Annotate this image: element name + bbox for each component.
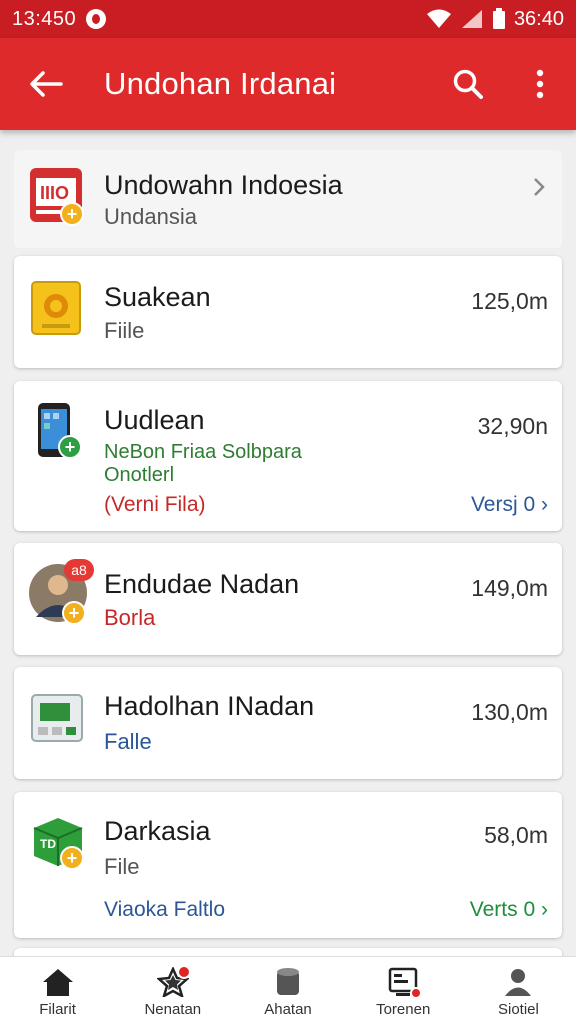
item-size: 125,0m <box>471 288 548 314</box>
list-item[interactable]: Hadolhan INadan Falle 130,0m <box>14 667 562 779</box>
app-red-icon: IIIO + <box>28 166 88 226</box>
list-item[interactable]: + Uudlean NeBon Friaa Solbpara Onotlerl … <box>14 381 562 531</box>
plus-badge-icon: + <box>60 846 84 870</box>
nav-label: Siotiel <box>497 1001 539 1018</box>
chevron-right-icon <box>534 178 545 196</box>
nav-label: Nenatan <box>144 1001 202 1018</box>
item-title: Suakean <box>104 282 211 312</box>
item-title: Uudlean <box>104 405 205 435</box>
item-size: 130,0m <box>471 699 548 725</box>
item-size: 149,0m <box>471 575 548 601</box>
app-bar: Undohan Irdanai <box>0 38 576 130</box>
item-subtitle: Borla <box>104 605 156 630</box>
chevron-right-icon: › <box>541 493 548 516</box>
nav-label: Torenen <box>376 1001 431 1018</box>
version-link[interactable]: Versj 0 › <box>471 493 548 517</box>
notification-dot <box>177 965 192 979</box>
version-label: Versj 0 <box>470 493 536 516</box>
item-status: (Verni Fila) <box>104 493 206 516</box>
avatar-count-badge: a8 <box>64 559 94 581</box>
signal-icon <box>461 10 482 28</box>
search-icon <box>453 69 483 99</box>
item-subtitle: File <box>104 854 140 879</box>
svg-text:TD: TD <box>40 837 56 851</box>
bottom-navigation: Filarit Nenatan Ahatan Torenen Siotiel <box>0 956 576 1024</box>
page-title: Undohan Irdanai <box>104 66 337 101</box>
item-size: 32,90n <box>477 413 548 439</box>
person-icon <box>505 969 532 996</box>
plus-badge-icon: + <box>58 435 82 459</box>
home-icon <box>42 969 73 996</box>
notification-dot <box>409 987 422 999</box>
back-button[interactable] <box>0 38 92 130</box>
nav-item-favorites[interactable]: Nenatan <box>115 957 230 1024</box>
nav-item-profile[interactable]: Siotiel <box>461 957 576 1024</box>
item-title: Hadolhan INadan <box>104 691 315 721</box>
item-footer: Viaoka Faltlo <box>104 898 226 921</box>
version-link[interactable]: Verts 0 › <box>470 898 548 922</box>
plus-badge-icon: + <box>60 202 84 226</box>
header-item-title: Undowahn Indoesia <box>104 170 343 200</box>
more-options-button[interactable] <box>504 38 576 130</box>
arrow-back-icon <box>30 71 63 97</box>
device-app-icon <box>28 689 88 749</box>
app-yellow-icon <box>28 278 88 338</box>
battery-icon <box>492 8 505 29</box>
status-bar: 13:450 36:40 <box>0 0 576 38</box>
wifi-icon <box>426 9 451 28</box>
nav-label: Ahatan <box>264 1001 312 1018</box>
nav-label: Filarit <box>39 1001 76 1018</box>
item-subtitle: Falle <box>104 729 152 754</box>
item-description: NeBon Friaa Solbpara Onotlerl <box>104 441 302 486</box>
search-button[interactable] <box>432 38 504 130</box>
version-label: Verts 0 <box>469 898 536 921</box>
nav-item-storage[interactable]: Ahatan <box>230 957 345 1024</box>
list-item[interactable]: Suakean Fiile 125,0m <box>14 256 562 368</box>
status-time-left: 13:450 <box>12 7 77 30</box>
green-box-icon: TD + <box>28 812 88 872</box>
header-item-subtitle: Undansia <box>104 204 197 229</box>
list-item[interactable]: TD + Darkasia File Viaoka Faltlo 58,0m V… <box>14 792 562 938</box>
database-icon <box>277 968 299 995</box>
nav-item-home[interactable]: Filarit <box>0 957 115 1024</box>
more-vert-icon <box>536 69 544 99</box>
nav-item-downloads[interactable]: Torenen <box>346 957 461 1024</box>
list-item[interactable]: + a8 Endudae Nadan Borla 149,0m <box>14 543 562 655</box>
avatar: + a8 <box>28 559 94 625</box>
plus-badge-icon: + <box>62 601 86 625</box>
phone-app-icon: + <box>28 401 88 461</box>
svg-text:IIIO: IIIO <box>40 183 69 203</box>
status-time-right: 36:40 <box>513 7 564 30</box>
notification-icon <box>86 9 107 29</box>
item-size: 58,0m <box>484 822 548 848</box>
item-title: Endudae Nadan <box>104 569 300 599</box>
chevron-right-icon: › <box>541 898 548 921</box>
item-subtitle: Fiile <box>104 318 145 343</box>
item-title: Darkasia <box>104 816 211 846</box>
header-list-item[interactable]: IIIO + Undowahn Indoesia Undansia <box>14 150 562 248</box>
